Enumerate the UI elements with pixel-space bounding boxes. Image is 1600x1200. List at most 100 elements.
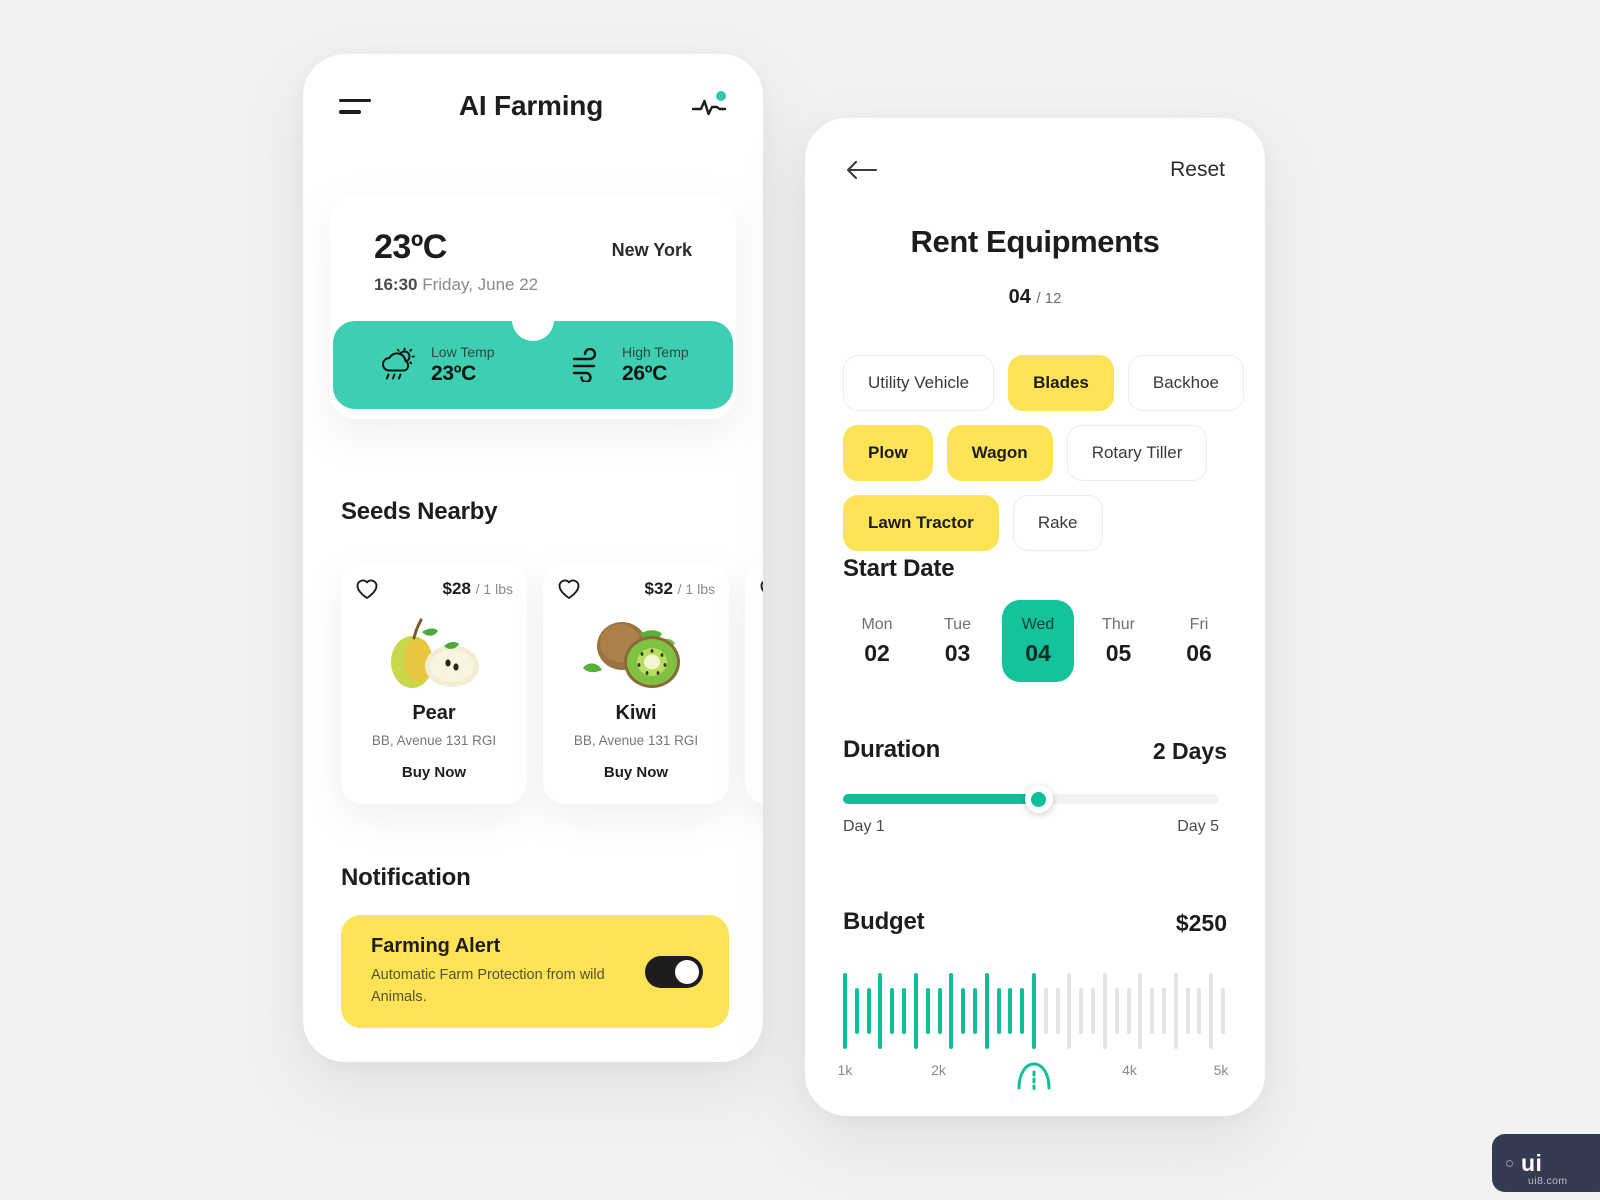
weather-time: 16:30 <box>374 275 418 294</box>
budget-bar <box>1114 988 1119 1034</box>
chip-label: Backhoe <box>1152 373 1220 392</box>
budget-axis-tick: 4k <box>1122 1062 1137 1078</box>
budget-marker-icon[interactable] <box>1015 1056 1053 1090</box>
seed-card-header <box>759 578 763 600</box>
equipment-chip-backhoe[interactable]: Backhoe <box>1127 355 1245 411</box>
knob-dot <box>1031 791 1047 807</box>
heart-icon[interactable] <box>557 578 581 600</box>
duration-slider-knob[interactable] <box>1024 785 1053 813</box>
budget-bar <box>1091 988 1096 1034</box>
weather-high-group: High Temp 26ºC <box>540 344 733 386</box>
seeds-carousel[interactable]: $28 / 1 lbs Pear BB, Avenue 131 RGI Buy … <box>341 562 763 804</box>
duration-value: 2 Days <box>1152 738 1227 764</box>
equipment-chip-utility-vehicle[interactable]: Utility Vehicle <box>843 355 995 411</box>
budget-bar <box>854 988 859 1034</box>
home-topbar: AI Farming <box>303 54 763 158</box>
budget-bar <box>949 973 954 1049</box>
equipment-chip-plow[interactable]: Plow <box>843 425 933 481</box>
buy-now-button[interactable]: Buy Now <box>604 764 668 781</box>
rent-topbar: Reset <box>805 118 1265 222</box>
budget-bar <box>1102 973 1107 1049</box>
budget-bar <box>984 973 989 1049</box>
budget-bar <box>878 973 883 1049</box>
seed-card-kiwi[interactable]: $32 / 1 lbs Kiwi BB, Avenue 131 RGI Buy … <box>543 562 729 804</box>
equipment-chip-lawn-tractor[interactable]: Lawn Tractor <box>843 495 999 551</box>
day-option-mon[interactable]: Mon 02 <box>841 600 913 682</box>
seed-price-unit: / 1 lbs <box>677 581 715 597</box>
heart-icon[interactable] <box>759 578 763 600</box>
day-number: 02 <box>864 639 890 666</box>
budget-bar <box>1079 988 1084 1034</box>
budget-bar <box>1126 988 1131 1034</box>
seed-card-header: $32 / 1 lbs <box>557 578 715 600</box>
chip-label: Wagon <box>971 443 1028 462</box>
seed-price-amount: $28 <box>442 579 471 598</box>
duration-slider[interactable] <box>843 785 1219 813</box>
budget-bar <box>1173 973 1178 1049</box>
chip-label: Rotary Tiller <box>1091 443 1183 462</box>
budget-bar <box>890 988 895 1034</box>
seed-name: Kiwi <box>615 702 657 724</box>
arrow-left-icon[interactable] <box>845 158 879 182</box>
budget-bar <box>843 973 847 1049</box>
duration-min-label: Day 1 <box>843 818 885 835</box>
equipment-chip-list[interactable]: Utility Vehicle Blades Backhoe Plow Wago… <box>843 355 1265 551</box>
hamburger-icon[interactable] <box>339 97 371 115</box>
budget-bar <box>925 988 930 1034</box>
seed-card-pear[interactable]: $28 / 1 lbs Pear BB, Avenue 131 RGI Buy … <box>341 562 527 804</box>
equipment-chip-rotary-tiller[interactable]: Rotary Tiller <box>1066 425 1208 481</box>
seed-price: $28 / 1 lbs <box>443 579 513 599</box>
equipment-chip-wagon[interactable]: Wagon <box>946 425 1053 481</box>
chip-label: Blades <box>1033 373 1089 392</box>
rent-counter-current: 04 <box>1008 286 1031 308</box>
duration-max-label: Day 5 <box>1177 818 1219 835</box>
budget-bar <box>902 988 907 1034</box>
day-name: Wed <box>1021 615 1055 633</box>
day-option-wed[interactable]: Wed 04 <box>1002 600 1074 682</box>
day-option-thur[interactable]: Thur 05 <box>1083 600 1155 682</box>
farming-alert-toggle[interactable] <box>645 955 703 988</box>
weather-low-value: 23ºC <box>431 362 476 385</box>
seed-address: BB, Avenue 131 RGI <box>371 733 497 748</box>
budget-axis-tick: 1k <box>837 1062 853 1078</box>
weather-header: 23ºC New York <box>330 218 736 267</box>
phone-screen-home: AI Farming 23ºC New York 16:30 Friday, J… <box>303 54 763 1062</box>
budget-value: $250 <box>1175 910 1227 936</box>
day-option-fri[interactable]: Fri 06 <box>1163 600 1235 682</box>
day-number: 04 <box>1025 639 1051 666</box>
equipment-chip-rake[interactable]: Rake <box>1012 495 1103 551</box>
weather-high-label: High Temp <box>622 344 689 360</box>
budget-bar <box>1032 973 1036 1049</box>
budget-axis-tick: 5k <box>1213 1062 1229 1078</box>
weather-card: 23ºC New York 16:30 Friday, June 22 Low … <box>330 194 736 419</box>
equipment-chip-blades[interactable]: Blades <box>1008 355 1114 411</box>
budget-bar <box>1055 988 1060 1034</box>
alert-subtitle: Automatic Farm Protection from wild Anim… <box>371 967 605 1005</box>
reset-button[interactable]: Reset <box>1170 158 1225 182</box>
seed-name: Pear <box>412 702 456 724</box>
weather-date: Friday, June 22 <box>422 275 539 294</box>
duration-heading: Duration <box>843 736 941 763</box>
weather-datetime: 16:30 Friday, June 22 <box>330 267 736 295</box>
weather-low-label: Low Temp <box>431 344 495 360</box>
weather-high-texts: High Temp 26ºC <box>622 344 689 386</box>
day-option-tue[interactable]: Tue 03 <box>922 600 994 682</box>
budget-bar <box>937 988 942 1034</box>
heart-icon[interactable] <box>355 578 379 600</box>
seed-card-partial[interactable] <box>745 562 763 804</box>
start-date-heading: Start Date <box>843 555 955 582</box>
buy-now-button[interactable]: Buy Now <box>402 764 466 781</box>
budget-bar <box>1043 988 1048 1034</box>
budget-bar <box>1161 988 1166 1034</box>
pear-image <box>378 610 490 692</box>
strip-notch <box>512 299 554 341</box>
kiwi-image <box>580 610 692 692</box>
weather-low-group: Low Temp 23ºC <box>333 344 540 386</box>
chip-label: Utility Vehicle <box>868 373 970 392</box>
notification-heading: Notification <box>341 864 471 891</box>
pulse-activity-icon[interactable] <box>691 91 727 119</box>
seed-price-unit: / 1 lbs <box>475 581 513 597</box>
start-date-picker[interactable]: Mon 02 Tue 03 Wed 04 Thur 05 Fri 06 <box>841 600 1235 682</box>
watermark-hole <box>1506 1159 1513 1167</box>
budget-waveform-chart[interactable] <box>843 966 1225 1056</box>
